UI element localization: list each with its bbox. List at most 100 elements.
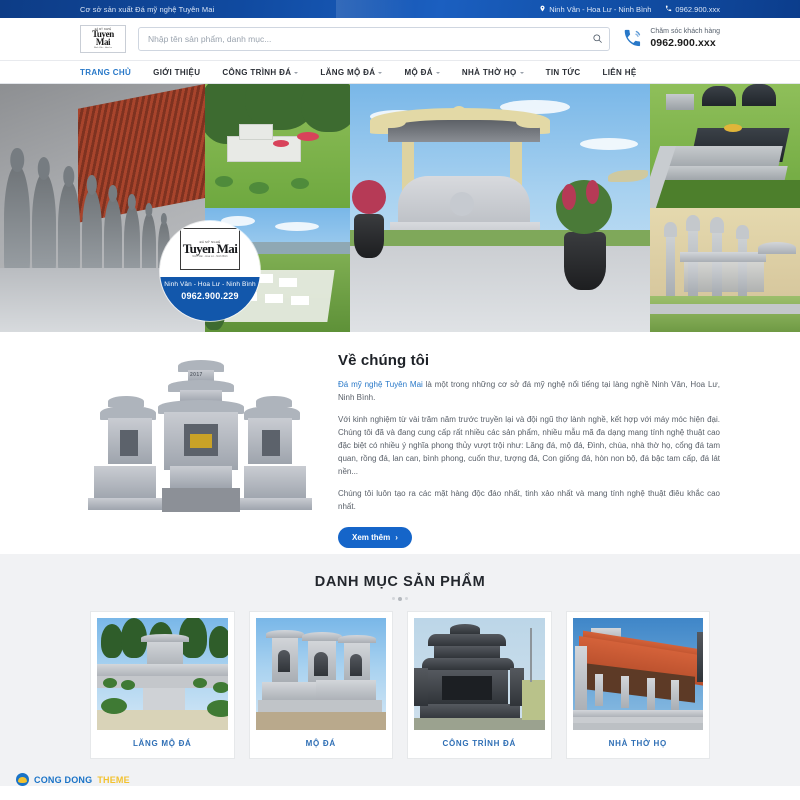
cd-logo-icon (16, 773, 29, 786)
nav-label: CÔNG TRÌNH ĐÁ (222, 67, 292, 77)
product-image (572, 618, 703, 730)
chevron-down-icon (519, 71, 524, 74)
product-label: CÔNG TRÌNH ĐÁ (442, 739, 517, 748)
read-more-label: Xem thêm (352, 532, 391, 542)
top-bar-tagline: Cơ sở sản xuất Đá mỹ nghệ Tuyên Mai (80, 4, 215, 14)
site-header: ĐÁ MỸ NGHỆ Tuyen Mai Ninh Vân - Hoa Lư N… (0, 18, 800, 60)
watermark-text-1: CONG DONG (34, 774, 93, 785)
top-bar-inner: Cơ sở sản xuất Đá mỹ nghệ Tuyên Mai Ninh… (80, 5, 720, 14)
phone-ringing-icon (622, 28, 644, 50)
chevron-down-icon (294, 71, 299, 74)
product-image (97, 618, 228, 730)
nav-item-trang-chu[interactable]: TRANG CHỦ (80, 68, 142, 77)
nav-item-lang-mo-da[interactable]: LĂNG MỘ ĐÁ (309, 68, 393, 77)
hero-photo-granite-graves[interactable] (650, 84, 800, 208)
hero-photo-garden-tomb[interactable] (205, 84, 350, 208)
about-text: Về chúng tôi Đá mỹ nghệ Tuyên Mai là một… (338, 350, 720, 548)
product-label: NHÀ THỜ HỌ (608, 739, 667, 748)
nav-item-nha-tho-ho[interactable]: NHÀ THỜ HỌ (451, 68, 535, 77)
top-bar-location-text: Ninh Vân - Hoa Lư - Ninh Bình (549, 4, 652, 14)
about-paragraph-1: Đá mỹ nghệ Tuyên Mai là một trong những … (338, 379, 720, 405)
header-inner: ĐÁ MỸ NGHỆ Tuyen Mai Ninh Vân - Hoa Lư N… (80, 25, 720, 53)
product-card-nha-tho-ho[interactable]: NHÀ THỜ HỌ (565, 611, 710, 759)
search-input[interactable] (138, 27, 611, 51)
about-image: 2017 (80, 350, 320, 535)
page-root: Cơ sở sản xuất Đá mỹ nghệ Tuyên Mai Ninh… (0, 0, 800, 800)
nav-item-tin-tuc[interactable]: TIN TỨC (535, 68, 592, 77)
nav-item-mo-da[interactable]: MỘ ĐÁ (393, 68, 450, 77)
logo-small-bottom: Ninh Vân - Hoa Lư (93, 46, 113, 49)
hero-photo-pagoda-monument[interactable] (350, 84, 650, 332)
nav-item-gioi-thieu[interactable]: GIỚI THIỆU (142, 68, 211, 77)
divider-dot-active (398, 597, 402, 601)
divider-dot (405, 597, 408, 600)
nav-label: GIỚI THIỆU (153, 67, 201, 77)
hero-photo-stone-gate[interactable] (650, 208, 800, 332)
products-title: DANH MỤC SẢN PHẨM (314, 574, 486, 590)
main-nav: TRANG CHỦ GIỚI THIỆU CÔNG TRÌNH ĐÁ LĂNG … (0, 60, 800, 84)
product-artwork (414, 618, 545, 730)
hero-logo-badge: ĐÁ MỸ NGHỆ Tuyen Mai Ninh Vân - Hoa Lư -… (160, 221, 260, 321)
nav-label: TIN TỨC (545, 67, 581, 77)
nav-label: NHÀ THỜ HỌ (461, 67, 517, 77)
badge-logo-name: Tuyen Mai (182, 240, 238, 256)
nav-label: TRANG CHỦ (80, 67, 132, 77)
product-card-list: LĂNG MỘ ĐÁ MỘ ĐÁ CÔNG TRÌNH ĐÁ NHÀ THỜ H… (90, 611, 710, 759)
product-card-mo-da[interactable]: MỘ ĐÁ (248, 611, 393, 759)
search-icon (592, 32, 603, 47)
logo-name: Tuyen Mai (92, 29, 114, 47)
logo-mark: ĐÁ MỸ NGHỆ Tuyen Mai Ninh Vân - Hoa Lư (85, 29, 121, 49)
product-card-lang-mo-da[interactable]: LĂNG MỘ ĐÁ (90, 611, 235, 759)
product-artwork (572, 618, 703, 730)
badge-logo-frame: ĐÁ MỸ NGHỆ Tuyen Mai Ninh Vân - Hoa Lư -… (180, 228, 240, 270)
about-section: 2017 Về chúng tôi Đá mỹ nghệ Tuyên Mai l… (0, 332, 800, 554)
search-button[interactable] (588, 30, 606, 48)
about-title: Về chúng tôi (338, 352, 430, 369)
about-paragraph-3: Chúng tôi luôn tạo ra các mặt hàng độc đ… (338, 488, 720, 511)
divider-dot (392, 597, 395, 600)
hotline-number: 0962.900.xxx (650, 36, 716, 49)
watermark-text-2: THEME (97, 774, 130, 785)
site-logo[interactable]: ĐÁ MỸ NGHỆ Tuyen Mai Ninh Vân - Hoa Lư (80, 25, 126, 53)
top-bar: Cơ sở sản xuất Đá mỹ nghệ Tuyên Mai Ninh… (0, 0, 800, 18)
product-artwork (97, 618, 228, 730)
about-inner: 2017 Về chúng tôi Đá mỹ nghệ Tuyên Mai l… (80, 332, 720, 548)
chevron-right-icon: › (395, 532, 398, 542)
nav-label: MỘ ĐÁ (404, 67, 433, 77)
nav-label: LIÊN HỆ (602, 67, 637, 77)
hotline-label: Chăm sóc khách hàng (650, 28, 720, 36)
badge-logo-small-bottom: Ninh Vân - Hoa Lư - Ninh Bình (192, 255, 228, 259)
products-section: DANH MỤC SẢN PHẨM LĂNG MỘ ĐÁ MỘ ĐÁ CÔNG … (0, 554, 800, 786)
product-label: MỘ ĐÁ (305, 739, 336, 748)
hero-gallery: ĐÁ MỸ NGHỆ Tuyen Mai Ninh Vân - Hoa Lư -… (0, 84, 800, 332)
read-more-button[interactable]: Xem thêm › (338, 526, 412, 548)
hero-image (350, 84, 650, 332)
top-bar-phone[interactable]: 0962.900.xxx (665, 5, 720, 14)
badge-phone: 0962.900.229 (181, 291, 239, 301)
product-label: LĂNG MỘ ĐÁ (132, 739, 192, 748)
product-image (255, 618, 386, 730)
map-pin-icon (539, 5, 546, 13)
badge-address: Ninh Vân - Hoa Lư - Ninh Bình (164, 281, 256, 288)
top-bar-phone-text: 0962.900.xxx (675, 4, 720, 14)
nav-item-cong-trinh-da[interactable]: CÔNG TRÌNH ĐÁ (211, 68, 309, 77)
chevron-down-icon (378, 71, 383, 74)
nav-item-lien-he[interactable]: LIÊN HỆ (592, 68, 648, 77)
product-image (414, 618, 545, 730)
top-bar-location: Ninh Vân - Hoa Lư - Ninh Bình (539, 5, 651, 14)
nav-items: TRANG CHỦ GIỚI THIỆU CÔNG TRÌNH ĐÁ LĂNG … (80, 68, 720, 77)
phone-icon (665, 5, 672, 13)
mausoleum-year: 2017 (190, 372, 203, 378)
hotline-text: Chăm sóc khách hàng 0962.900.xxx (650, 28, 720, 50)
hero-photo-column-granite (650, 84, 800, 332)
about-brand-link[interactable]: Đá mỹ nghệ Tuyên Mai (338, 380, 423, 389)
hotline-block[interactable]: Chăm sóc khách hàng 0962.900.xxx (622, 28, 720, 50)
chevron-down-icon (435, 71, 440, 74)
product-artwork (255, 618, 386, 730)
watermark: CONG DONG THEME (16, 773, 130, 786)
product-card-cong-trinh-da[interactable]: CÔNG TRÌNH ĐÁ (407, 611, 552, 759)
nav-label: LĂNG MỘ ĐÁ (320, 67, 376, 77)
search-bar (138, 27, 611, 51)
section-divider-dots (0, 597, 800, 601)
about-paragraph-2: Với kinh nghiệm từ vài trăm năm trước tr… (338, 414, 720, 476)
